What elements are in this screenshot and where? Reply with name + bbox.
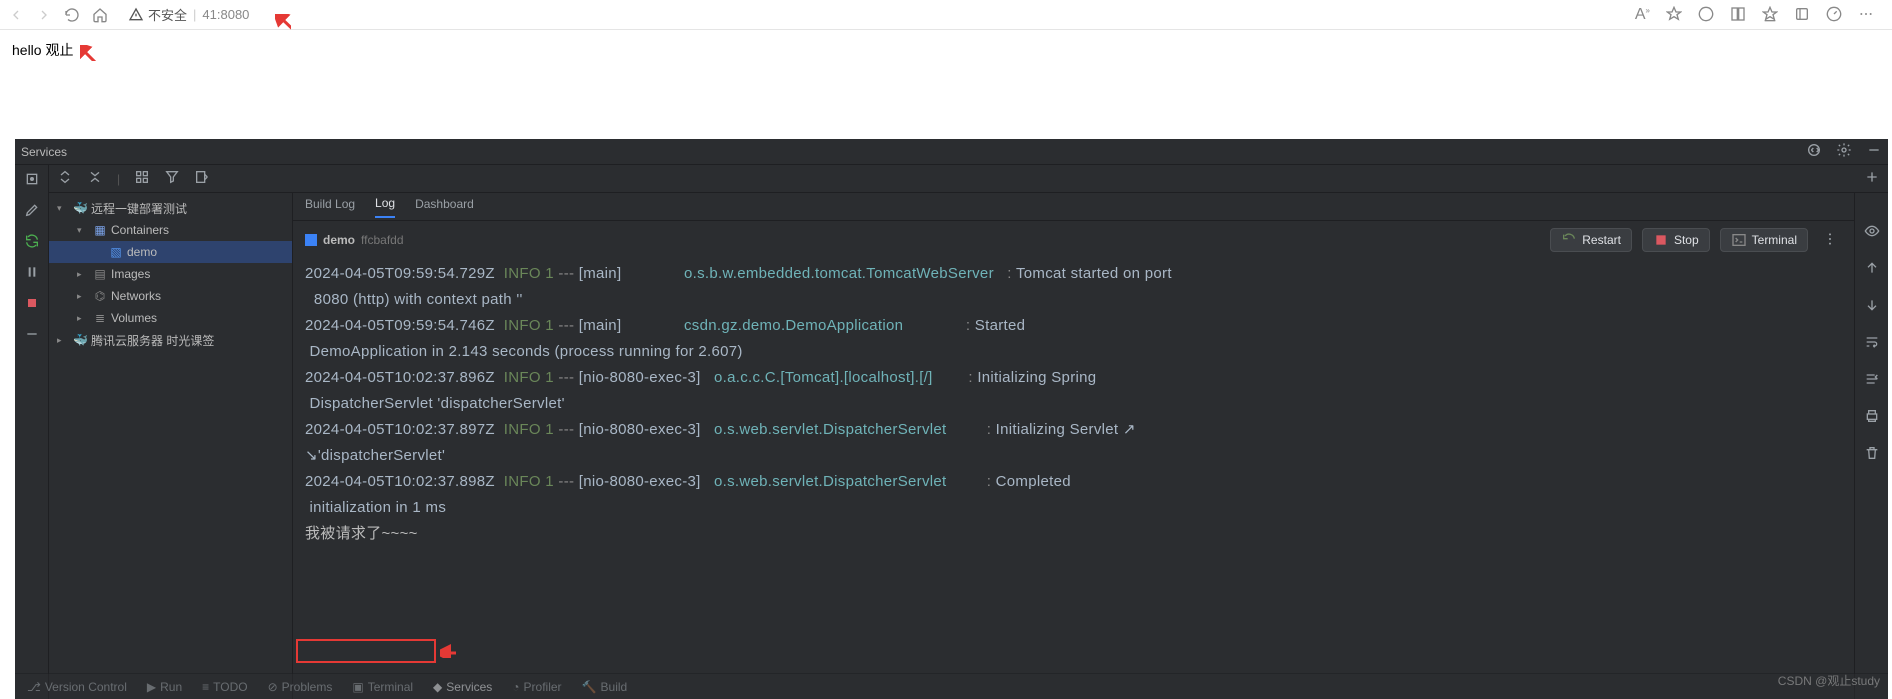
overflow-icon[interactable] (1858, 6, 1874, 24)
bt-build[interactable]: 🔨 Build (582, 680, 628, 694)
favorites-list-icon[interactable] (1762, 6, 1778, 24)
tree-root[interactable]: ▾🐳远程一键部署测试 (49, 197, 292, 219)
address-bar[interactable]: 不安全 | 41:8080 (120, 5, 1623, 24)
expand-all-icon[interactable] (57, 169, 73, 188)
tree-volumes[interactable]: ▸≣Volumes (49, 307, 292, 329)
rerun-icon[interactable] (24, 233, 40, 252)
bottom-tabs: ⎇ Version Control ▶ Run ≡ TODO ⊘ Problem… (15, 673, 1888, 699)
services-title: Services (21, 145, 67, 159)
log-header: demo ffcbafdd Restart Stop Terminal (293, 221, 1854, 259)
maximize-icon[interactable] (1806, 142, 1822, 161)
scroll-down-icon[interactable] (1864, 297, 1880, 316)
more-icon[interactable] (1818, 231, 1842, 250)
log-crumb: demo ffcbafdd (305, 233, 404, 247)
bt-terminal[interactable]: ▣ Terminal (352, 680, 413, 694)
reload-icon[interactable] (64, 7, 80, 23)
focus-icon[interactable] (24, 171, 40, 190)
pause-icon[interactable] (24, 264, 40, 283)
minimize-icon[interactable] (1866, 142, 1882, 161)
log-tabs: Build Log Log Dashboard (293, 193, 1854, 221)
read-aloud-icon[interactable]: A» (1635, 6, 1650, 24)
address-url: 41:8080 (202, 7, 249, 22)
container-icon (305, 234, 317, 246)
split-icon[interactable] (1730, 6, 1746, 24)
show-icon[interactable] (1864, 223, 1880, 242)
page-content: hello 观止 (0, 30, 1892, 70)
insecure-badge: 不安全 (128, 5, 187, 24)
browser-toolbar: 不安全 | 41:8080 A» (0, 0, 1892, 30)
bt-services[interactable]: ◆ Services (433, 680, 492, 694)
collections-icon[interactable] (1794, 6, 1810, 24)
bt-profiler[interactable]: ◔ Profiler (512, 680, 561, 694)
tab-log[interactable]: Log (375, 196, 395, 218)
collapse-all-icon[interactable] (87, 169, 103, 188)
performance-icon[interactable] (1826, 6, 1842, 24)
edit-icon[interactable] (24, 202, 40, 221)
tree-containers[interactable]: ▾▦Containers (49, 219, 292, 241)
soft-wrap-icon[interactable] (1864, 371, 1880, 390)
restart-button[interactable]: Restart (1550, 228, 1632, 252)
scroll-up-icon[interactable] (1864, 260, 1880, 279)
right-gutter (1854, 193, 1888, 699)
group-icon[interactable] (134, 169, 150, 188)
import-icon[interactable] (194, 169, 210, 188)
ide-panel: Services | (15, 139, 1888, 699)
nav-forward-icon[interactable] (36, 7, 52, 23)
stop-button[interactable]: Stop (1642, 228, 1710, 252)
remove-icon[interactable] (24, 326, 40, 345)
favorite-icon[interactable] (1666, 6, 1682, 24)
tab-dashboard[interactable]: Dashboard (415, 197, 474, 217)
log-output[interactable]: 2024-04-05T09:59:54.729Z INFO 1 --- [mai… (293, 259, 1854, 699)
bt-run[interactable]: ▶ Run (147, 680, 182, 694)
clear-icon[interactable] (1864, 445, 1880, 464)
tab-build-log[interactable]: Build Log (305, 197, 355, 217)
filter-icon[interactable] (164, 169, 180, 188)
home-icon[interactable] (92, 7, 108, 23)
bt-version-control[interactable]: ⎇ Version Control (27, 680, 127, 694)
settings-icon[interactable] (1836, 142, 1852, 161)
tree-tencent[interactable]: ▸🐳腾讯云服务器 时光课签 (49, 329, 292, 351)
tree-demo[interactable]: ▧demo (49, 241, 292, 263)
bt-todo[interactable]: ≡ TODO (202, 680, 247, 694)
terminal-button[interactable]: Terminal (1720, 228, 1808, 252)
wrap-icon[interactable] (1864, 334, 1880, 353)
print-icon[interactable] (1864, 408, 1880, 427)
services-toolbar: | (49, 165, 1888, 193)
nav-back-icon[interactable] (8, 7, 24, 23)
services-tree: ▾🐳远程一键部署测试 ▾▦Containers ▧demo ▸▤Images ▸… (49, 193, 293, 699)
extensions-icon[interactable] (1698, 6, 1714, 24)
services-header: Services (15, 139, 1888, 165)
stop-gutter-icon[interactable] (24, 295, 40, 314)
bt-problems[interactable]: ⊘ Problems (268, 680, 333, 694)
tree-networks[interactable]: ▸⌬Networks (49, 285, 292, 307)
tree-images[interactable]: ▸▤Images (49, 263, 292, 285)
left-gutter (15, 165, 49, 699)
insecure-label: 不安全 (148, 5, 187, 24)
watermark: CSDN @观止study (1778, 672, 1880, 689)
add-icon[interactable] (1864, 169, 1880, 188)
